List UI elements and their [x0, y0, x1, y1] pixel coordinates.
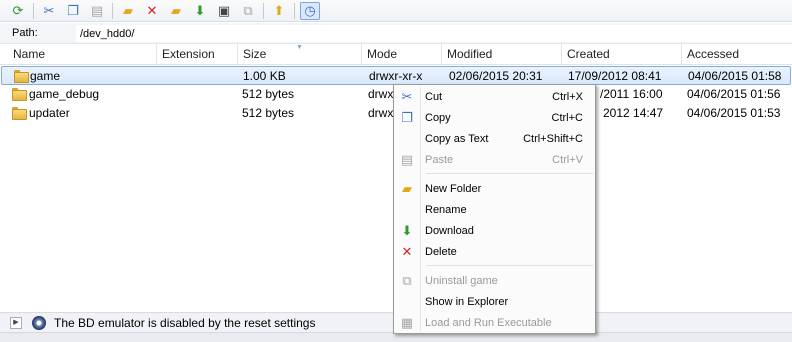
- menu-item-label: Rename: [425, 204, 467, 216]
- column-name[interactable]: Name: [8, 44, 157, 65]
- menu-item-shortcut: Ctrl+X: [552, 91, 583, 103]
- sort-arrow-icon: ▼: [296, 44, 303, 51]
- copy-icon: ❐: [401, 110, 413, 125]
- row-size: 1.00 KB: [243, 69, 286, 83]
- menu-item-label: Cut: [425, 91, 443, 103]
- new-folder-icon[interactable]: ▰: [166, 2, 186, 20]
- menu-item-delete[interactable]: ✕ Delete: [396, 242, 593, 262]
- path-input[interactable]: [76, 25, 792, 42]
- folder-icon: [14, 70, 29, 83]
- menu-item-label: Load and Run Executable: [425, 317, 552, 329]
- menu-item-show-in-explorer[interactable]: Show in Explorer: [396, 292, 593, 312]
- uninstall-icon[interactable]: ⧉: [238, 2, 258, 20]
- expand-arrow-icon[interactable]: ▶: [10, 317, 22, 329]
- column-mode[interactable]: Mode: [362, 44, 442, 65]
- toolbar: ⟳ ✂ ❐ ▤ ▰ ✕ ▰ ⬇ ▣ ⧉ ⬆ ◷: [0, 0, 792, 22]
- toolbar-separator: [294, 2, 295, 19]
- menu-item-label: Uninstall game: [425, 275, 498, 287]
- menu-item-label: Paste: [425, 154, 454, 166]
- menu-item-label: Show in Explorer: [425, 296, 509, 308]
- row-created: /2011 16:00: [600, 87, 663, 101]
- paste-icon[interactable]: ▤: [87, 2, 107, 20]
- row-accessed: 04/06/2015 01:58: [688, 69, 782, 83]
- executable-icon: ▦: [400, 315, 414, 330]
- row-created: 2012 14:47: [603, 106, 664, 120]
- menu-item-label: Download: [425, 225, 474, 237]
- menu-item-rename[interactable]: Rename: [396, 200, 593, 220]
- menu-item-cut[interactable]: ✂ Cut Ctrl+X: [396, 87, 593, 107]
- toolbar-separator: [112, 2, 113, 19]
- upload-icon[interactable]: ⬆: [269, 2, 289, 20]
- menu-item-label: Copy as Text: [425, 133, 489, 145]
- open-folder-icon[interactable]: ▰: [118, 2, 138, 20]
- path-label: Path:: [12, 27, 38, 39]
- column-created[interactable]: Created: [562, 44, 682, 65]
- menu-item-shortcut: Ctrl+V: [552, 154, 583, 166]
- row-accessed: 04/06/2015 01:56: [687, 87, 781, 101]
- toolbar-separator: [33, 2, 34, 19]
- row-mode: drwx: [368, 87, 394, 101]
- row-size: 512 bytes: [242, 87, 295, 101]
- row-mode: drwx: [368, 106, 394, 120]
- table-row[interactable]: game 1.00 KB drwxr-xr-x 02/06/2015 20:31…: [1, 66, 791, 85]
- context-menu: ✂ Cut Ctrl+X ❐ Copy Ctrl+C Copy as Text …: [393, 84, 596, 334]
- menu-item-download[interactable]: ⬇ Download: [396, 221, 593, 241]
- menu-item-shortcut: Ctrl+Shift+C: [523, 133, 583, 145]
- cut-icon[interactable]: ✂: [39, 2, 59, 20]
- menu-item-label: Delete: [425, 246, 457, 258]
- delete-icon: ✕: [401, 244, 413, 259]
- row-name: updater: [29, 106, 70, 120]
- menu-item-copy[interactable]: ❐ Copy Ctrl+C: [396, 108, 593, 128]
- folder-icon: [12, 88, 27, 101]
- menu-separator: [426, 173, 593, 174]
- copy-icon[interactable]: ❐: [63, 2, 83, 20]
- column-header: Name Extension Size ▼ Mode Modified Crea…: [0, 44, 792, 65]
- folder-icon: [12, 107, 27, 120]
- menu-item-label: Copy: [425, 112, 451, 124]
- path-bar: Path:: [0, 23, 792, 44]
- clock-icon[interactable]: ◷: [300, 1, 320, 20]
- column-accessed[interactable]: Accessed: [682, 44, 792, 65]
- menu-item-paste[interactable]: ▤ Paste Ctrl+V: [396, 150, 593, 170]
- download-icon[interactable]: ⬇: [190, 2, 210, 20]
- menu-item-uninstall-game[interactable]: ⧉ Uninstall game: [396, 271, 593, 291]
- bd-disc-icon: [32, 316, 46, 330]
- column-extension[interactable]: Extension: [157, 44, 238, 65]
- column-modified[interactable]: Modified: [442, 44, 562, 65]
- status-text: The BD emulator is disabled by the reset…: [54, 316, 316, 330]
- download-icon: ⬇: [401, 223, 413, 238]
- menu-item-load-and-run-executable[interactable]: ▦ Load and Run Executable: [396, 313, 593, 333]
- menu-item-shortcut: Ctrl+C: [551, 112, 583, 124]
- menu-item-copy-as-text[interactable]: Copy as Text Ctrl+Shift+C: [396, 129, 593, 149]
- save-icon[interactable]: ▣: [214, 2, 234, 20]
- row-accessed: 04/06/2015 01:53: [687, 106, 781, 120]
- menu-separator: [426, 265, 593, 266]
- refresh-icon[interactable]: ⟳: [8, 2, 28, 20]
- paste-icon: ▤: [400, 152, 414, 167]
- delete-icon[interactable]: ✕: [142, 2, 162, 20]
- uninstall-icon: ⧉: [402, 273, 412, 288]
- toolbar-separator: [263, 2, 264, 19]
- row-name: game: [30, 69, 61, 83]
- menu-item-new-folder[interactable]: ▰ New Folder: [396, 179, 593, 199]
- row-size: 512 bytes: [242, 106, 295, 120]
- cut-icon: ✂: [401, 89, 413, 104]
- new-folder-icon: ▰: [402, 181, 412, 196]
- menu-item-label: New Folder: [425, 183, 482, 195]
- row-name: game_debug: [29, 87, 100, 101]
